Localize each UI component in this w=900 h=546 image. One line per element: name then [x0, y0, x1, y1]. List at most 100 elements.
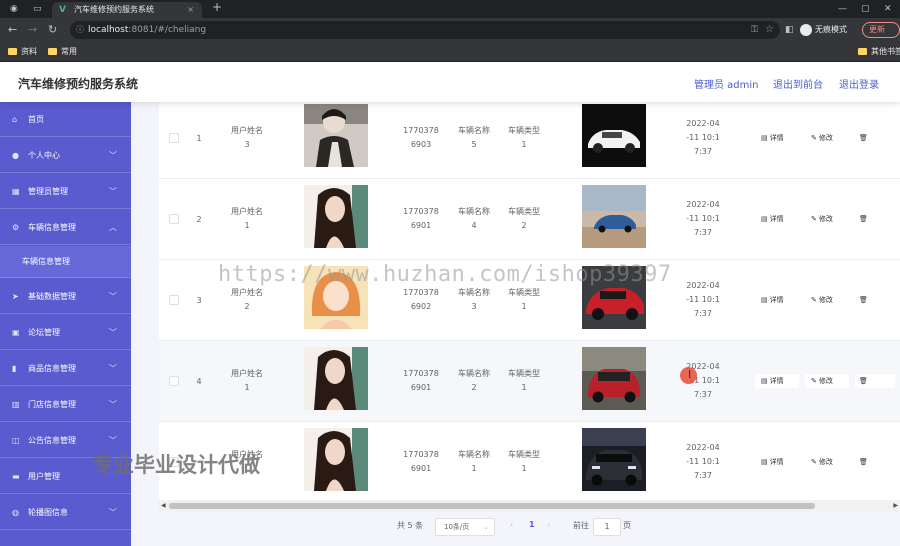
bookmark-folder-changyong[interactable]: 常用	[48, 45, 77, 59]
row-checkbox[interactable]	[169, 295, 179, 305]
detail-button[interactable]: ▤ 详情	[755, 293, 799, 307]
logout-link[interactable]: 退出登录	[839, 76, 879, 91]
sidebar-item-stores[interactable]: ▥ 门店信息管理 ﹀	[0, 387, 131, 422]
sidebar-item-forum[interactable]: ▣ 论坛管理 ﹀	[0, 315, 131, 350]
table-horizontal-scrollbar[interactable]: ◀ ▶	[159, 500, 900, 512]
car-photo	[582, 104, 646, 167]
user-name-cell: 用户姓名 1	[231, 207, 263, 230]
sidebar-item-label: 个人中心	[28, 151, 60, 160]
edit-button[interactable]: ✎ 修改	[805, 293, 849, 307]
reload-icon[interactable]: ↻	[48, 23, 57, 37]
sidebar-item-home[interactable]: ⌂ 首页	[0, 102, 131, 137]
delete-button[interactable]: 🗑	[855, 131, 895, 145]
trash-icon: 🗑	[859, 134, 868, 142]
goto-label: 前往	[573, 521, 589, 530]
app-title: 汽车维修预约服务系统	[18, 77, 139, 91]
car-photo	[582, 185, 646, 248]
detail-button[interactable]: ▤ 详情	[755, 131, 799, 145]
table-row: 1 用户姓名 3 1770378 6903 车辆名称 5 车辆类型 1 2022-04-…	[159, 102, 900, 179]
page-size-select[interactable]: 10条/页 ⌄	[435, 518, 495, 536]
edit-icon: ✎	[811, 215, 817, 223]
data-table: 1 用户姓名 3 1770378 6903 车辆名称 5 车辆类型 1 2022-04-…	[159, 102, 900, 502]
page-number-current[interactable]: 1	[529, 520, 535, 529]
sidebar-subitem-vehicle-info[interactable]: 车辆信息管理	[0, 246, 131, 278]
sidebar-item-basic-data[interactable]: ➤ 基础数据管理 ﹀	[0, 279, 131, 314]
forward-icon[interactable]: →	[28, 23, 37, 37]
sidebar-item-vehicles[interactable]: ⚙ 车辆信息管理 ︿	[0, 210, 131, 245]
back-to-front-link[interactable]: 退出到前台	[773, 76, 823, 91]
bookmark-folder-ziliao[interactable]: 资料	[8, 45, 37, 59]
prev-page-icon[interactable]: ‹	[510, 520, 513, 529]
sidebar-item-label: 车辆信息管理	[28, 223, 76, 232]
sidebar-item-profile[interactable]: ● 个人中心 ﹀	[0, 138, 131, 173]
maximize-icon[interactable]: ▢	[861, 2, 870, 16]
edit-icon: ✎	[811, 377, 817, 385]
url-input[interactable]: ⓘ localhost:8081/#/cheliang ⚿ ☆	[70, 21, 780, 39]
car-type-cell: 车辆类型 2	[508, 207, 540, 230]
next-page-icon[interactable]: ›	[547, 520, 550, 529]
site-info-icon[interactable]: ⓘ	[76, 21, 84, 39]
browser-tab[interactable]: V 汽车维修预约服务系统 ×	[52, 2, 202, 18]
scroll-left-icon[interactable]: ◀	[161, 500, 166, 512]
goto-page-input[interactable]: 1	[593, 518, 621, 536]
side-panel-icon[interactable]: ◧	[785, 23, 794, 37]
phone-cell: 1770378 6901	[403, 450, 439, 473]
edit-button[interactable]: ✎ 修改	[805, 212, 849, 226]
edit-button[interactable]: ✎ 修改	[805, 374, 849, 388]
edit-button[interactable]: ✎ 修改	[805, 131, 849, 145]
sidebar-item-products[interactable]: ▮ 商品信息管理 ﹀	[0, 351, 131, 386]
car-name-cell: 车辆名称 3	[458, 288, 490, 311]
forum-icon: ▣	[12, 328, 20, 337]
password-key-icon[interactable]: ⚿	[751, 21, 758, 39]
detail-button[interactable]: ▤ 详情	[755, 212, 799, 226]
trash-icon: 🗑	[859, 377, 868, 385]
sidebar-item-label: 用户管理	[28, 472, 60, 481]
delete-button[interactable]: 🗑	[855, 293, 895, 307]
delete-button[interactable]: 🗑	[855, 374, 895, 388]
scroll-right-icon[interactable]: ▶	[893, 500, 898, 512]
chevron-down-icon: ⌄	[483, 523, 489, 531]
car-type-cell: 车辆类型 1	[508, 126, 540, 149]
browser-menu-icon[interactable]: ◉	[10, 2, 18, 16]
delete-button[interactable]: 🗑	[855, 455, 895, 469]
row-index: 3	[196, 296, 202, 305]
url-host: localhost	[88, 25, 129, 35]
sidebar-item-label: 公告信息管理	[28, 436, 76, 445]
chevron-down-icon: ﹀	[109, 328, 117, 337]
bookmark-star-icon[interactable]: ☆	[765, 21, 774, 39]
update-button[interactable]: 更新	[862, 22, 900, 38]
url-port: :8081	[128, 25, 155, 35]
edit-button[interactable]: ✎ 修改	[805, 455, 849, 469]
delete-button[interactable]: 🗑	[855, 212, 895, 226]
car-name-cell: 车辆名称 4	[458, 207, 490, 230]
pagination-total: 共 5 条	[397, 521, 424, 530]
user-name-cell: 用户姓名 3	[231, 126, 263, 149]
tab-close-icon[interactable]: ×	[187, 2, 194, 18]
sidebar-item-admins[interactable]: ▦ 管理员管理 ﹀	[0, 174, 131, 209]
minimize-icon[interactable]: —	[838, 2, 847, 16]
detail-button[interactable]: ▤ 详情	[755, 374, 799, 388]
car-type-cell: 车辆类型 1	[508, 369, 540, 392]
car-name-cell: 车辆名称 5	[458, 126, 490, 149]
row-checkbox[interactable]	[169, 376, 179, 386]
users-icon: ▬	[12, 472, 20, 481]
back-icon[interactable]: ←	[8, 23, 17, 37]
image-icon: ◍	[12, 508, 19, 517]
bookmark-folder-other[interactable]: 其他书签	[858, 45, 900, 59]
new-tab-icon[interactable]: +	[212, 0, 222, 14]
home-icon: ⌂	[12, 115, 18, 124]
row-index: 1	[196, 134, 202, 143]
row-checkbox[interactable]	[169, 133, 179, 143]
trash-icon: 🗑	[859, 215, 868, 223]
incognito-indicator[interactable]: 无痕模式	[800, 22, 847, 38]
sidebar-item-label: 门店信息管理	[28, 400, 76, 409]
tab-overview-icon[interactable]: ▭	[33, 2, 42, 16]
window-close-icon[interactable]: ✕	[884, 2, 892, 16]
sidebar-item-carousel[interactable]: ◍ 轮播图信息 ﹀	[0, 495, 131, 530]
edit-icon: ✎	[811, 134, 817, 142]
scrollbar-thumb[interactable]	[169, 503, 815, 509]
incognito-label: 无痕模式	[815, 25, 847, 34]
user-photo	[304, 428, 368, 491]
detail-button[interactable]: ▤ 详情	[755, 455, 799, 469]
row-checkbox[interactable]	[169, 214, 179, 224]
